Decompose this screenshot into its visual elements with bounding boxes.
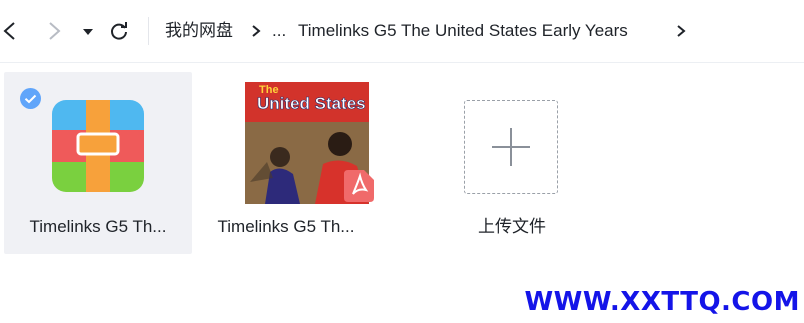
file-name: Timelinks G5 Th... [217, 217, 355, 236]
check-icon[interactable] [20, 88, 41, 109]
breadcrumb-root[interactable]: 我的网盘 [165, 20, 233, 42]
breadcrumb-current[interactable]: Timelinks G5 The United States Early Yea… [298, 20, 628, 42]
toolbar-divider [148, 17, 149, 45]
dropdown-icon[interactable] [80, 20, 102, 42]
chevron-right-icon [677, 25, 686, 37]
archive-icon [52, 100, 144, 192]
file-tile-pdf[interactable]: The United States Timelinks G5 Th... [192, 72, 380, 254]
pdf-badge-icon [344, 170, 374, 202]
chevron-right-icon [252, 25, 261, 37]
cover-title: United States [257, 94, 366, 114]
toolbar: 我的网盘 ... Timelinks G5 The United States … [0, 0, 804, 63]
forward-icon[interactable] [42, 20, 64, 42]
upload-dropzone[interactable] [464, 100, 558, 194]
watermark: WWW.XXTTQ.COM [524, 287, 800, 317]
back-icon[interactable] [0, 20, 22, 42]
plus-icon [492, 128, 530, 166]
file-tile-archive[interactable]: Timelinks G5 Th... [4, 72, 192, 254]
refresh-icon[interactable] [108, 20, 130, 42]
upload-tile[interactable]: 上传文件 [418, 72, 606, 254]
breadcrumb-ellipsis[interactable]: ... [272, 20, 286, 42]
file-name: Timelinks G5 Th... [29, 217, 167, 236]
upload-label: 上传文件 [478, 217, 546, 236]
